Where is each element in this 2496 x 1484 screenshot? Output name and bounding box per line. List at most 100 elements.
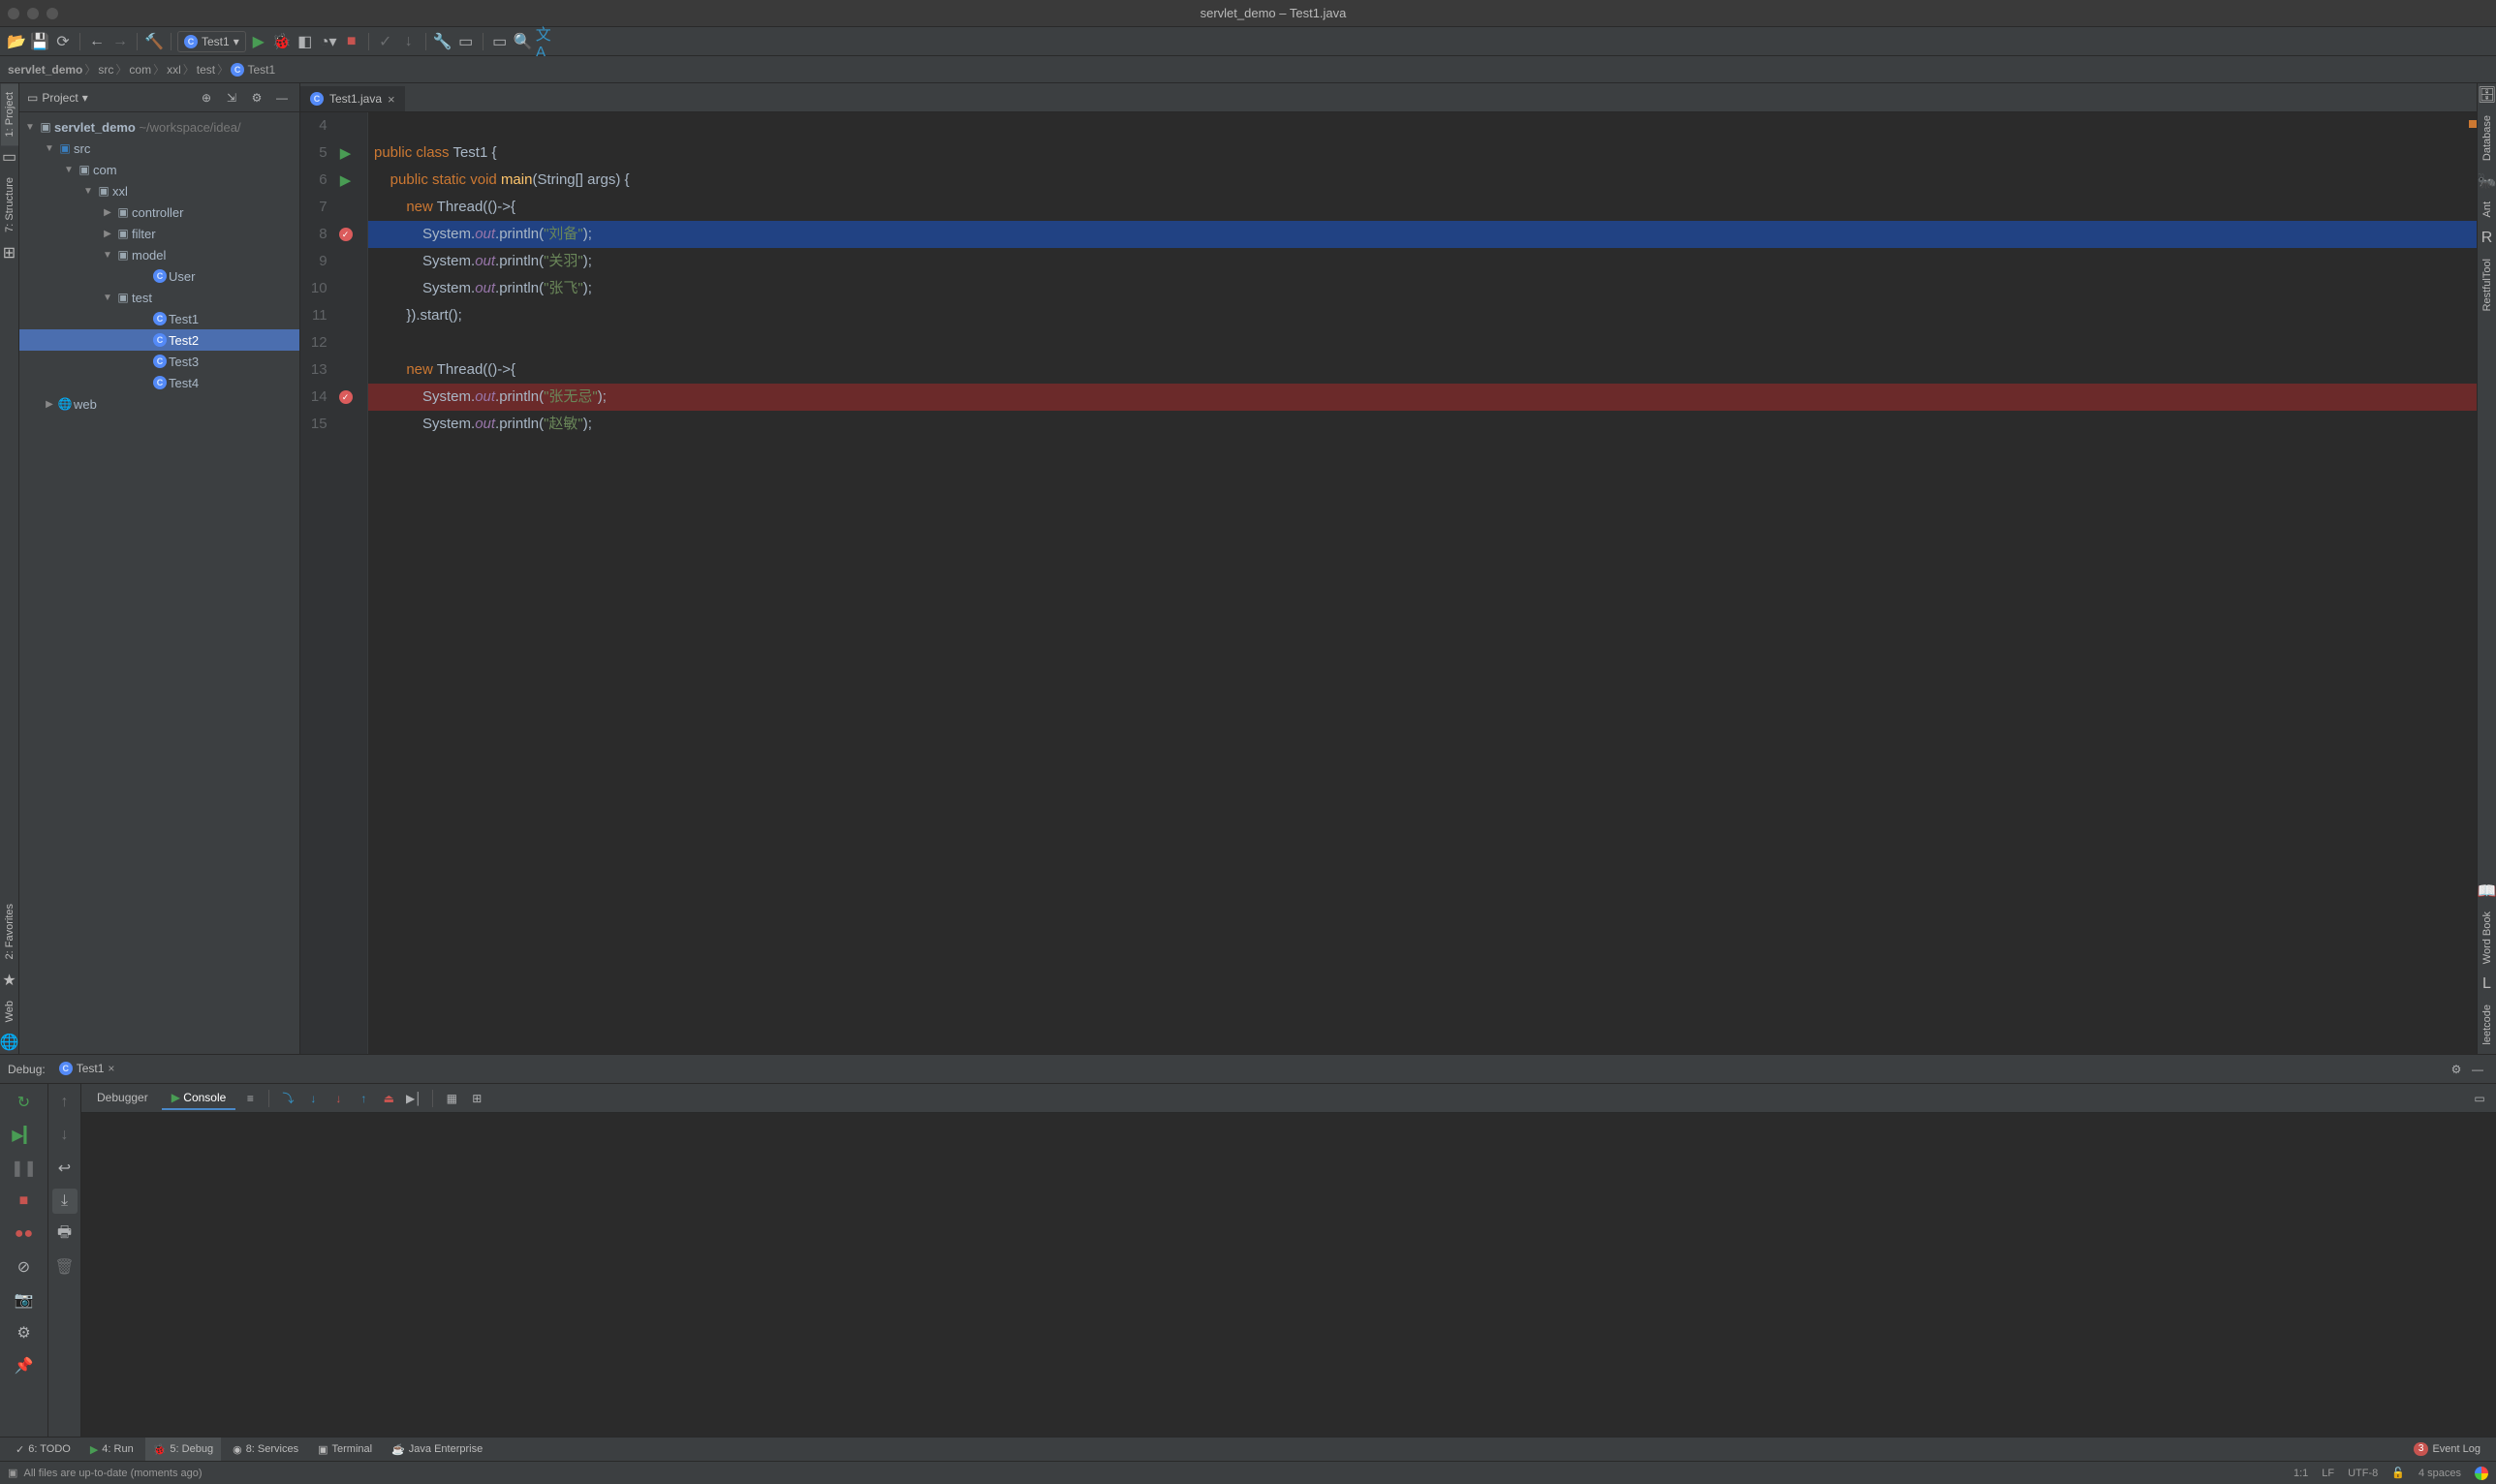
crumb-class[interactable]: C Test1 — [231, 63, 275, 77]
run-gutter-icon[interactable]: ▶ — [340, 144, 352, 162]
indent-info[interactable]: 4 spaces — [2418, 1468, 2461, 1479]
crumb-xxl[interactable]: xxl — [167, 63, 181, 77]
readonly-icon[interactable]: 🔓 — [2391, 1467, 2405, 1479]
project-structure-icon[interactable]: ▭ — [455, 31, 477, 52]
console-output[interactable] — [81, 1113, 2496, 1437]
print-icon[interactable]: 🖶 — [52, 1221, 78, 1247]
rerun-icon[interactable]: ↻ — [12, 1090, 37, 1115]
tree-user[interactable]: CUser — [19, 265, 299, 287]
traffic-lights[interactable] — [8, 8, 58, 19]
evaluate-icon[interactable]: ▦ — [441, 1088, 462, 1109]
refresh-icon[interactable]: ⟳ — [52, 31, 74, 52]
tab-console[interactable]: ▶ Console — [162, 1087, 236, 1110]
tree-xxl[interactable]: ▼▣xxl — [19, 180, 299, 201]
tree-test[interactable]: ▼▣test — [19, 287, 299, 308]
breakpoint-icon[interactable] — [339, 228, 353, 241]
save-icon[interactable]: 💾 — [29, 31, 50, 52]
hide-icon[interactable]: — — [2467, 1059, 2488, 1080]
rail-database[interactable]: Database — [2479, 107, 2496, 170]
project-tree[interactable]: ▼▣servlet_demo ~/workspace/idea/ ▼▣src ▼… — [19, 112, 299, 1054]
layout-icon[interactable]: ▭ — [2469, 1088, 2490, 1109]
step-over-icon[interactable]: ⤵ — [277, 1088, 298, 1109]
profile-icon[interactable]: ◔▾ — [318, 31, 339, 52]
tab-debugger[interactable]: Debugger — [87, 1087, 158, 1110]
tree-controller[interactable]: ▶▣controller — [19, 201, 299, 223]
code-area[interactable]: public class Test1 { public static void … — [368, 112, 2477, 1054]
run-to-cursor-icon[interactable]: ▶│ — [403, 1088, 424, 1109]
pin-icon[interactable]: 📌 — [12, 1353, 37, 1378]
rail-structure[interactable]: 7: Structure — [1, 169, 18, 241]
breakpoints-icon[interactable]: ●● — [12, 1221, 37, 1247]
pause-icon[interactable]: ❚❚ — [12, 1156, 37, 1181]
close-icon[interactable] — [8, 8, 19, 19]
tree-root[interactable]: ▼▣servlet_demo ~/workspace/idea/ — [19, 116, 299, 138]
wordbook-icon[interactable]: 📖 — [2480, 883, 2495, 899]
rail-wordbook[interactable]: Word Book — [2479, 903, 2496, 973]
gear-icon[interactable]: ⚙ — [247, 88, 266, 108]
step-into-icon[interactable]: ↓ — [302, 1088, 324, 1109]
back-icon[interactable]: ← — [86, 31, 108, 52]
tree-com[interactable]: ▼▣com — [19, 159, 299, 180]
zoom-icon[interactable] — [47, 8, 58, 19]
code-editor[interactable]: 456789101112131415 ▶▶ public class Test1… — [300, 112, 2477, 1054]
tab-event-log[interactable]: 3Event Log — [2406, 1438, 2488, 1462]
tree-src[interactable]: ▼▣src — [19, 138, 299, 159]
crumb-com[interactable]: com — [129, 63, 151, 77]
editor-tab-test1[interactable]: C Test1.java × — [300, 84, 405, 111]
translate-icon[interactable]: 文A — [536, 31, 557, 52]
error-stripe-marker[interactable] — [2469, 120, 2477, 128]
settings-icon[interactable]: 🔧 — [432, 31, 453, 52]
step-out-icon[interactable]: ↑ — [353, 1088, 374, 1109]
tab-todo[interactable]: ✓6: TODO — [8, 1438, 78, 1462]
tab-debug[interactable]: 🐞5: Debug — [145, 1438, 221, 1462]
restful-icon[interactable]: R — [2480, 231, 2495, 246]
ide-status-icon[interactable] — [2475, 1467, 2488, 1480]
run-config-selector[interactable]: C Test1 ▾ — [177, 31, 246, 52]
tree-test3[interactable]: CTest3 — [19, 351, 299, 372]
open-icon[interactable]: 📂 — [6, 31, 27, 52]
tree-test4[interactable]: CTest4 — [19, 372, 299, 393]
line-separator[interactable]: LF — [2322, 1468, 2334, 1479]
tab-run[interactable]: ▶4: Run — [82, 1438, 141, 1462]
settings-icon[interactable]: ⚙ — [12, 1320, 37, 1345]
gutter-icons[interactable]: ▶▶ — [335, 112, 367, 1054]
tree-model[interactable]: ▼▣model — [19, 244, 299, 265]
file-encoding[interactable]: UTF-8 — [2348, 1468, 2378, 1479]
bookmarks-icon[interactable]: ▭ — [2, 149, 17, 165]
run-gutter-icon[interactable]: ▶ — [340, 171, 352, 189]
debug-config-tab[interactable]: C Test1 × — [51, 1058, 123, 1081]
breakpoint-icon[interactable] — [339, 390, 353, 404]
coverage-icon[interactable]: ◧ — [295, 31, 316, 52]
tool-windows-icon[interactable]: ▣ — [8, 1467, 17, 1479]
collapse-icon[interactable]: ⇲ — [222, 88, 241, 108]
tree-test2[interactable]: CTest2 — [19, 329, 299, 351]
close-tab-icon[interactable]: × — [388, 92, 395, 107]
up-icon[interactable]: ↑ — [52, 1090, 78, 1115]
rail-project[interactable]: 1: Project — [1, 83, 18, 145]
crumb-project[interactable]: servlet_demo — [8, 63, 82, 77]
stop-icon[interactable]: ■ — [12, 1189, 37, 1214]
tab-services[interactable]: ◉8: Services — [225, 1438, 306, 1462]
search-icon[interactable]: 🔍 — [513, 31, 534, 52]
rail-web[interactable]: Web — [1, 992, 18, 1031]
trace-icon[interactable]: ⊞ — [466, 1088, 487, 1109]
commit-icon[interactable]: ✓ — [375, 31, 396, 52]
hide-icon[interactable]: — — [272, 88, 292, 108]
tree-web[interactable]: ▶🌐web — [19, 393, 299, 415]
build-icon[interactable]: 🔨 — [143, 31, 165, 52]
gear-icon[interactable]: ⚙ — [2446, 1059, 2467, 1080]
ant-icon[interactable]: 🐜 — [2480, 173, 2495, 189]
locate-icon[interactable]: ⊕ — [197, 88, 216, 108]
device-icon[interactable]: ▭ — [489, 31, 511, 52]
rail-restful[interactable]: RestfulTool — [2479, 250, 2496, 320]
database-icon[interactable]: 🗄 — [2480, 87, 2495, 103]
crumb-test[interactable]: test — [197, 63, 215, 77]
drop-frame-icon[interactable]: ⏏ — [378, 1088, 399, 1109]
star-icon[interactable]: ★ — [2, 973, 17, 988]
structure-link-icon[interactable]: ⊞ — [2, 245, 17, 261]
debug-icon[interactable]: 🐞 — [271, 31, 293, 52]
forward-icon[interactable]: → — [109, 31, 131, 52]
down-icon[interactable]: ↓ — [52, 1123, 78, 1148]
project-view-selector[interactable]: ▭Project▾ — [27, 91, 191, 105]
scroll-end-icon[interactable]: ⤓ — [52, 1189, 78, 1214]
